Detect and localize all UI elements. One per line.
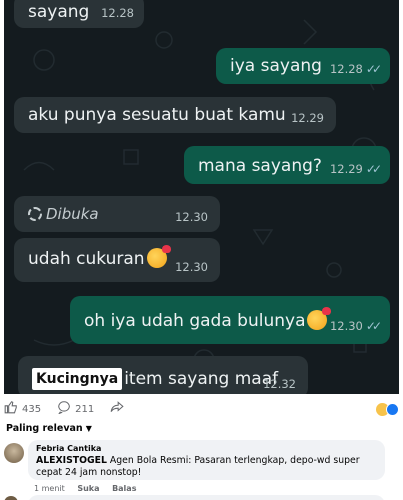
message-text: mana sayang?	[198, 156, 322, 176]
message-time: 12.32	[263, 377, 296, 391]
view-once-icon	[28, 207, 42, 221]
message-time: 12.28	[101, 6, 134, 20]
share-icon	[110, 400, 124, 418]
sticker-label: Kucingnya	[32, 368, 123, 390]
message-time: 12.29 ✓✓	[329, 159, 382, 179]
comment-time[interactable]: 1 menit	[34, 484, 65, 493]
message-text: aku punya sesuatu buat kamu	[28, 105, 286, 125]
comment-count: 211	[75, 403, 95, 415]
comment-icon	[57, 400, 71, 418]
reaction-icons[interactable]	[376, 402, 399, 416]
like-icon	[386, 402, 399, 416]
message-time-value: 12.29	[329, 162, 363, 176]
chat-message: oh iya udah gada bulunya 12.30 ✓✓	[70, 296, 390, 344]
avatar[interactable]	[4, 443, 24, 463]
message-text-value: item sayang maaf	[124, 369, 279, 389]
message-text-value: oh iya udah gada bulunya	[84, 311, 306, 331]
comment-author[interactable]: Febria Cantika	[36, 444, 377, 454]
message-time-value: 12.28	[329, 62, 363, 76]
message-text: iya sayang	[230, 56, 322, 76]
comment-mention[interactable]: ALEXISTOGEL	[36, 455, 107, 466]
face-blowing-kiss-icon	[307, 307, 332, 330]
message-text: Dibuka	[46, 205, 99, 223]
chat-message: Kucingnya item sayang maaf 12.32	[18, 356, 308, 394]
comment-sort-dropdown[interactable]: Paling relevan ▼	[6, 423, 92, 434]
avatar[interactable]	[4, 496, 18, 500]
message-text: oh iya udah gada bulunya	[84, 307, 332, 331]
comment-bubble: Febria Cantika ALEXISTOGEL Agen Bola Res…	[28, 440, 385, 480]
message-text: Kucingnya item sayang maaf	[32, 368, 278, 390]
chat-message: udah cukuran 12.30	[14, 238, 220, 282]
read-ticks-icon: ✓✓	[365, 319, 382, 333]
smiling-face-with-hearts-icon	[146, 245, 171, 268]
comment-text: ALEXISTOGEL Agen Bola Resmi: Pasaran ter…	[36, 455, 377, 479]
comment-count-group[interactable]: 211	[57, 400, 94, 418]
like-count: 435	[22, 403, 42, 415]
message-time: 12.30 ✓✓	[329, 316, 382, 336]
read-ticks-icon: ✓✓	[365, 62, 382, 76]
message-time: 12.30	[175, 210, 208, 224]
comment-like-button[interactable]: Suka	[77, 484, 99, 493]
message-time-value: 12.30	[329, 319, 363, 333]
thumbs-up-icon	[4, 400, 18, 418]
message-time: 12.29	[291, 111, 324, 125]
message-text: sayang	[28, 2, 90, 22]
comment-reply-button[interactable]: Balas	[112, 484, 136, 493]
comment-actions: 1 menit Suka Balas	[34, 484, 146, 493]
chat-message: iya sayang 12.28 ✓✓	[216, 48, 390, 84]
message-text: udah cukuran	[28, 245, 171, 269]
like-count-group[interactable]: 435	[4, 400, 41, 418]
post-engagement-bar: 435 211	[4, 398, 399, 420]
comment-sort-label: Paling relevan	[6, 423, 83, 434]
chat-message: mana sayang? 12.29 ✓✓	[184, 146, 390, 184]
chat-screenshot: sayang 12.28 iya sayang 12.28 ✓✓ aku puny…	[4, 0, 399, 394]
share-button[interactable]	[110, 400, 128, 418]
comment-bubble	[28, 495, 385, 500]
read-ticks-icon: ✓✓	[365, 162, 382, 176]
chevron-down-icon: ▼	[85, 424, 92, 433]
message-time: 12.28 ✓✓	[329, 59, 382, 79]
view-once-message[interactable]: Dibuka 12.30	[14, 196, 220, 232]
message-time: 12.30	[175, 260, 208, 274]
chat-message: sayang 12.28	[14, 0, 144, 28]
message-text-value: udah cukuran	[28, 249, 145, 269]
chat-message: aku punya sesuatu buat kamu 12.29	[14, 97, 336, 133]
